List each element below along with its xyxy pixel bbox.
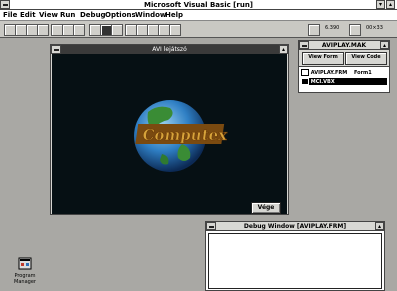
view-form-button[interactable]: View Form — [302, 52, 344, 65]
vb-main-window: Microsoft Visual Basic [run] ▾ ▴ File Ed… — [0, 0, 397, 38]
end-button[interactable]: Vége — [251, 202, 281, 214]
immediate-pane[interactable] — [208, 233, 382, 289]
menu-debug[interactable]: Debug — [80, 10, 106, 21]
logo-text: Computex — [141, 126, 229, 144]
position-indicator-icon — [308, 24, 320, 36]
menu-window[interactable]: Window — [135, 10, 166, 21]
debug-window: Debug Window [AVIPLAY.FRM] ▴ — [205, 221, 385, 291]
project-title-bar[interactable]: AVIPLAY.MAK ▴ — [299, 41, 389, 50]
project-window: AVIPLAY.MAK ▴ View Form View Code AVIPLA… — [298, 40, 390, 93]
maximize-icon[interactable]: ▴ — [375, 222, 384, 230]
avi-title-bar[interactable]: AVI lejátszó ▴ — [51, 45, 288, 54]
menu-edit[interactable]: Edit — [20, 10, 36, 21]
maximize-icon[interactable]: ▴ — [279, 45, 288, 54]
size-indicator-icon — [349, 24, 361, 36]
menu-options[interactable]: Options — [105, 10, 136, 21]
save-project-icon[interactable] — [37, 24, 49, 36]
list-item[interactable]: AVIPLAY.FRM Form1 — [301, 69, 387, 76]
toolbar: 6.390 00×33 — [0, 21, 397, 37]
menu-run[interactable]: Run — [60, 10, 75, 21]
form-file-icon — [301, 69, 309, 76]
video-area: Computex Vége — [52, 54, 287, 214]
maximize-icon[interactable]: ▴ — [386, 0, 395, 9]
icon-label: Program Manager — [14, 273, 36, 285]
file-name: AVIPLAY.FRM — [310, 70, 348, 76]
desktop-icon[interactable]: Program Manager — [10, 256, 40, 288]
project-title: AVIPLAY.MAK — [321, 42, 367, 49]
size-readout: 00×33 — [366, 25, 383, 31]
file-type: Form1 — [353, 70, 372, 76]
menu-help[interactable]: Help — [165, 10, 183, 21]
view-code-button[interactable]: View Code — [345, 52, 387, 65]
procedure-step-icon[interactable] — [169, 24, 181, 36]
avi-title: AVI lejátszó — [152, 46, 187, 53]
position-readout: 6.390 — [325, 25, 340, 31]
globe-animation: Computex — [134, 100, 230, 172]
module-file-icon — [301, 78, 309, 85]
vb-title: Microsoft Visual Basic [run] — [143, 1, 253, 9]
debug-title: Debug Window [AVIPLAY.FRM] — [243, 223, 347, 230]
project-toolbar: View Form View Code — [299, 50, 389, 67]
menu-view[interactable]: View — [39, 10, 58, 21]
menu-bar: File Edit View Run Debug Options Window … — [0, 10, 397, 21]
avi-player-window: AVI lejátszó ▴ Computex Vége — [50, 44, 289, 215]
file-name: MCI.VBX — [310, 79, 335, 85]
stop-icon[interactable] — [111, 24, 123, 36]
program-manager-icon — [18, 257, 32, 270]
debug-title-bar[interactable]: Debug Window [AVIPLAY.FRM] ▴ — [206, 222, 384, 231]
vb-title-bar[interactable]: Microsoft Visual Basic [run] ▾ ▴ — [0, 0, 397, 10]
properties-icon[interactable] — [73, 24, 85, 36]
menu-file[interactable]: File — [3, 10, 17, 21]
minimize-icon[interactable]: ▾ — [376, 0, 385, 9]
maximize-icon[interactable]: ▴ — [380, 41, 389, 49]
list-item[interactable]: MCI.VBX — [301, 78, 387, 85]
